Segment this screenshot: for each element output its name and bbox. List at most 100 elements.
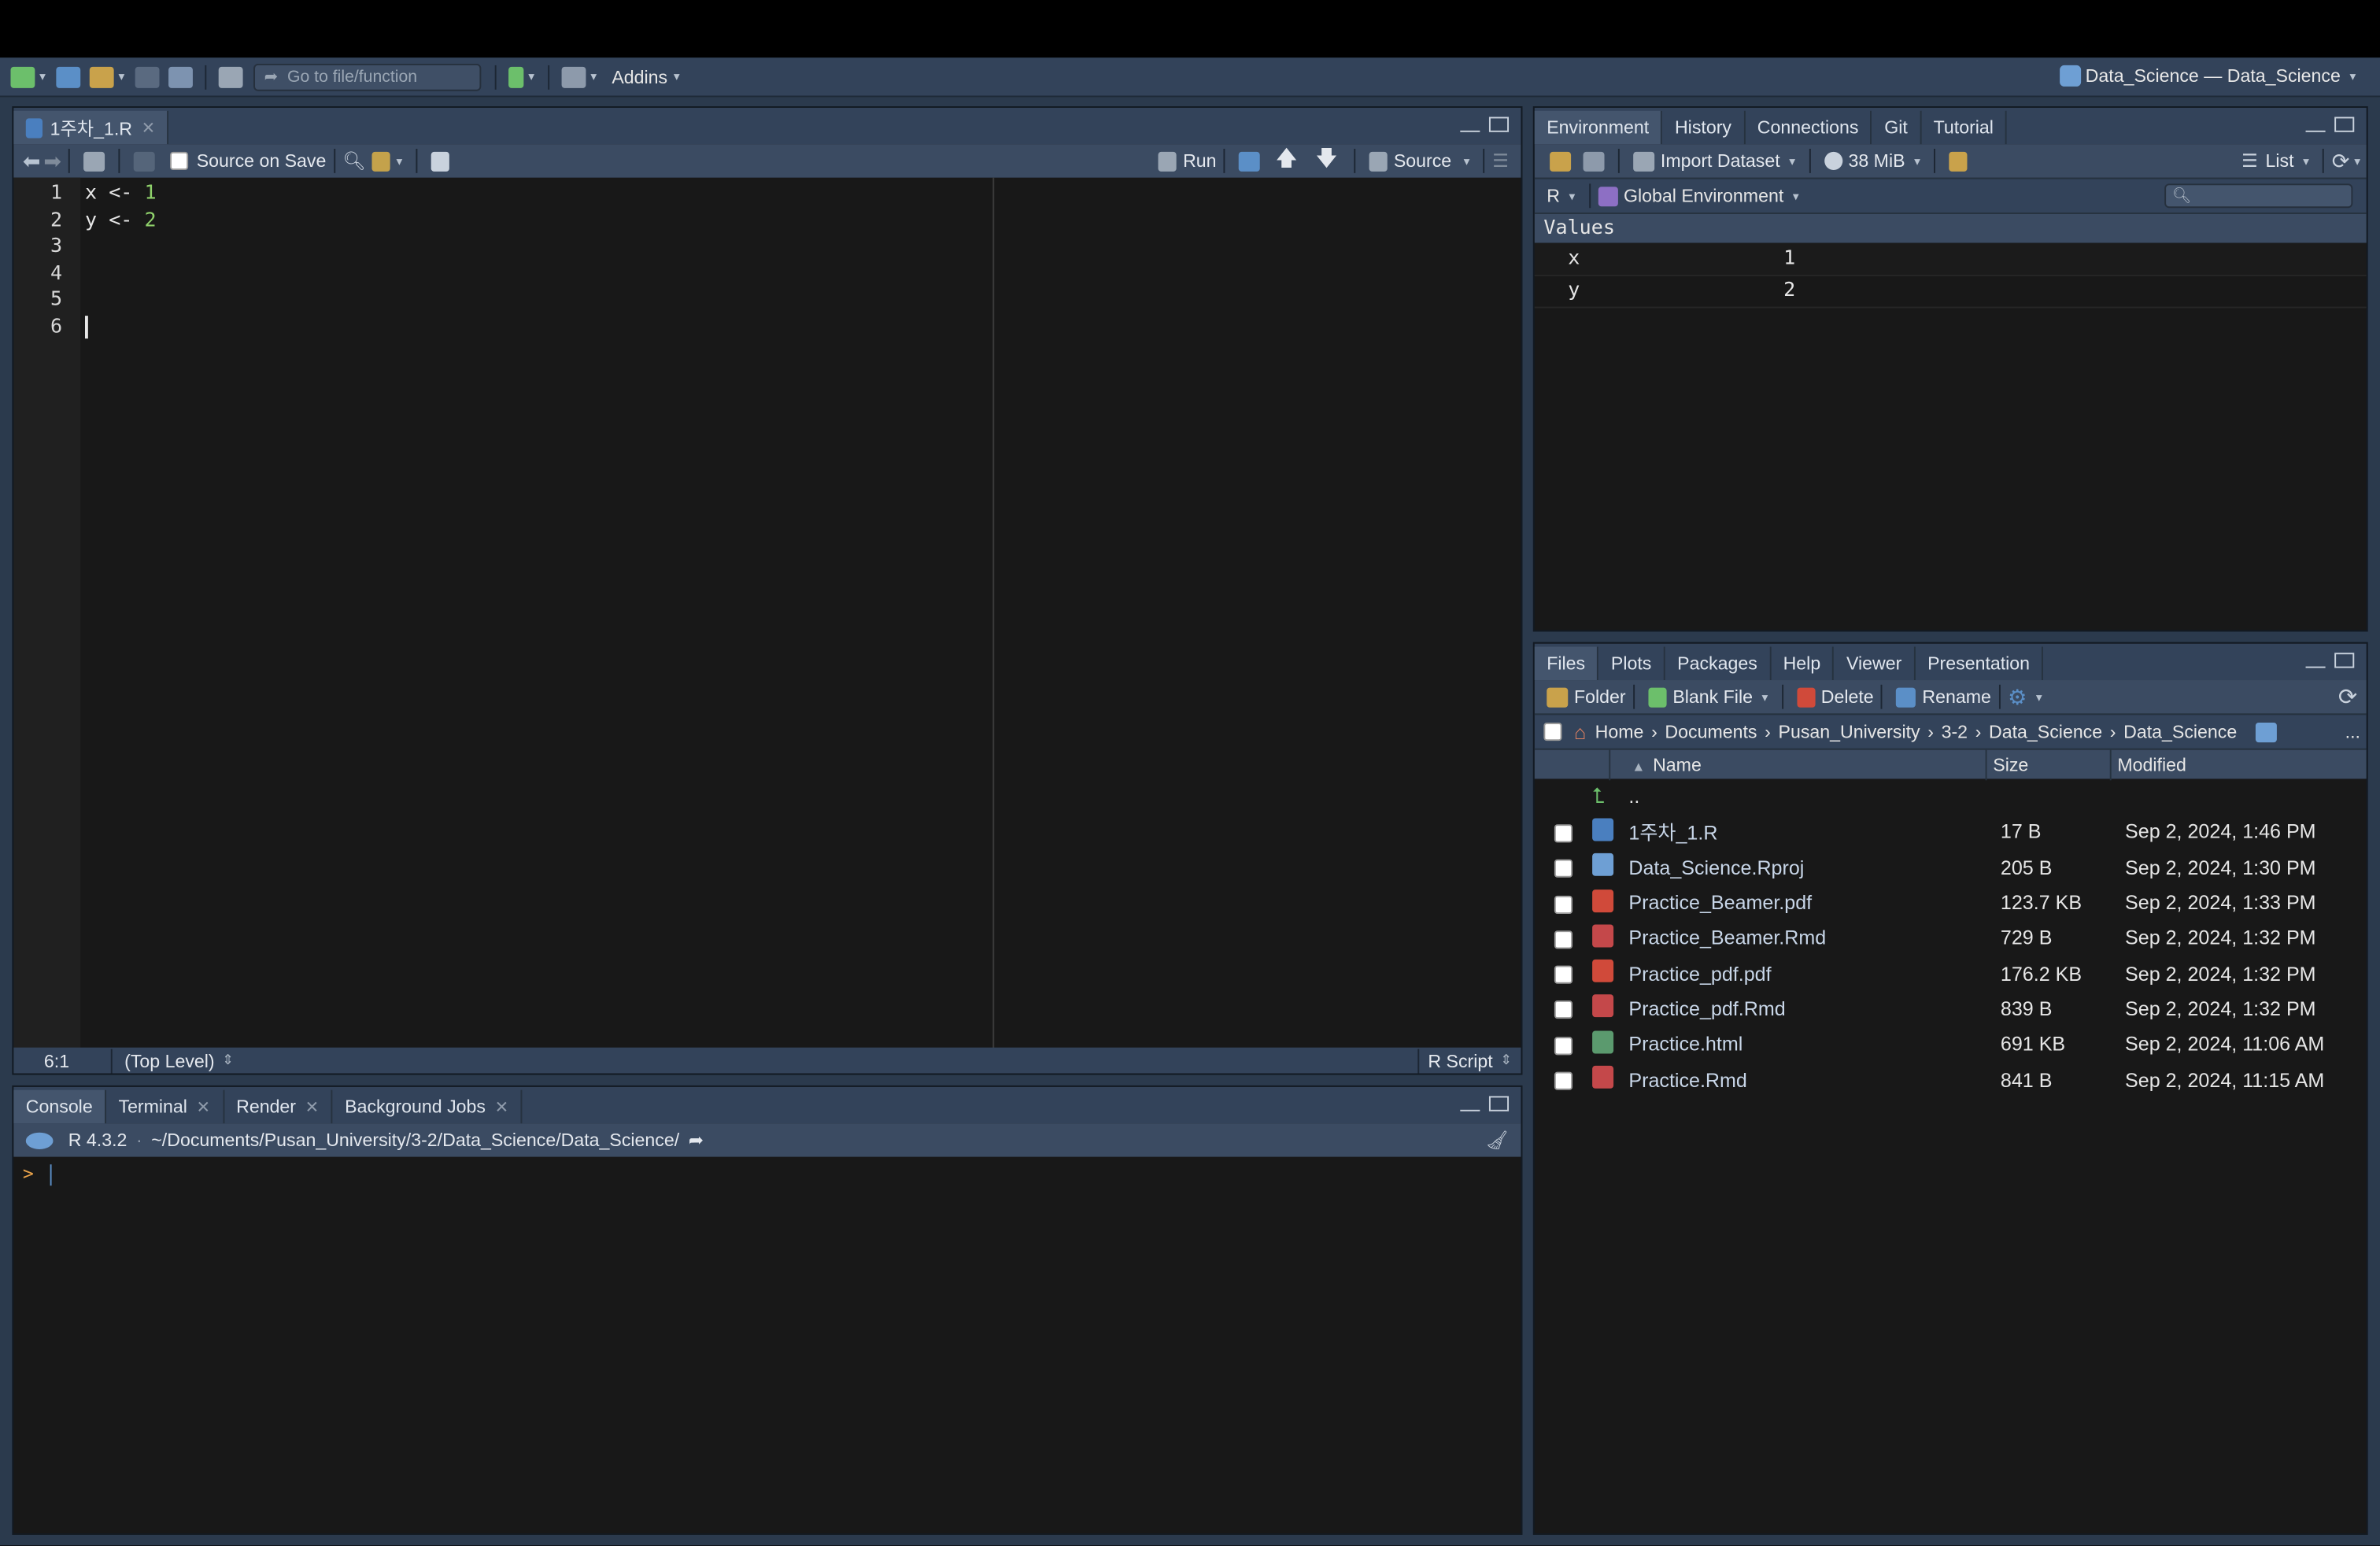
console-output[interactable]: > [13, 1157, 1521, 1191]
show-in-window-icon[interactable] [83, 150, 105, 171]
tab-source-file[interactable]: 1주차_1.R ✕ [13, 110, 169, 145]
source-on-save-checkbox[interactable] [170, 151, 190, 171]
column-header-name[interactable]: ▲ Name [1610, 749, 1987, 780]
save-icon[interactable] [134, 150, 156, 171]
maximize-icon[interactable] [2334, 653, 2355, 668]
save-icon[interactable] [135, 65, 160, 87]
chevron-down-icon[interactable]: ▾ [1914, 154, 1920, 168]
tab-background-jobs[interactable]: Background Jobs ✕ [333, 1089, 523, 1124]
pane-layout-icon[interactable] [561, 65, 586, 87]
open-folder-icon[interactable] [1550, 150, 1572, 171]
open-file-icon[interactable] [89, 65, 114, 87]
row-checkbox[interactable] [1554, 1036, 1573, 1055]
up-arrow-icon[interactable]: 🡅 [1276, 142, 1298, 179]
file-name[interactable]: Practice_pdf.Rmd [1628, 997, 1994, 1020]
project-menu[interactable]: Data_Science — Data_Science ▾ [2055, 65, 2362, 87]
close-icon[interactable]: ✕ [142, 117, 156, 137]
tab-files[interactable]: Files [1534, 646, 1599, 681]
blank-file-button[interactable]: Blank File [1672, 686, 1753, 708]
maximize-icon[interactable] [2334, 117, 2355, 132]
close-icon[interactable]: ✕ [305, 1097, 320, 1116]
file-row[interactable]: 1주차_1.R 17 B Sep 2, 2024, 1:46 PM [1535, 814, 2367, 849]
chevron-down-icon[interactable]: ▾ [1762, 690, 1768, 704]
rerun-icon[interactable] [1239, 150, 1261, 171]
delete-button[interactable]: Delete [1821, 686, 1874, 708]
tab-presentation[interactable]: Presentation [1916, 646, 2044, 681]
breadcrumb-item[interactable]: Pusan_University [1779, 721, 1920, 742]
forward-arrow-icon[interactable]: ➡ [43, 148, 61, 174]
select-all-checkbox[interactable] [1543, 723, 1562, 742]
file-name[interactable]: Practice_Beamer.pdf [1628, 891, 1994, 914]
column-header-modified[interactable]: Modified [2112, 754, 2186, 775]
down-arrow-icon[interactable]: 🡇 [1316, 142, 1338, 179]
go-to-file-input[interactable]: ➦ Go to file/function [253, 63, 482, 91]
memory-usage[interactable]: 38 MiB [1848, 150, 1905, 172]
chevron-down-icon[interactable]: ▾ [1789, 154, 1795, 168]
row-checkbox[interactable] [1554, 1071, 1573, 1090]
row-checkbox[interactable] [1554, 860, 1573, 878]
code-editor[interactable]: x <- 1 y <- 2 [85, 177, 1520, 1049]
breadcrumb-item[interactable]: Home [1595, 721, 1644, 742]
file-name[interactable]: 1주차_1.R [1628, 817, 1994, 846]
chevron-down-icon[interactable]: ▾ [2036, 690, 2042, 704]
tab-packages[interactable]: Packages [1665, 646, 1772, 681]
chevron-down-icon[interactable]: ▾ [1464, 154, 1470, 168]
chevron-down-icon[interactable]: ▾ [528, 70, 534, 83]
home-icon[interactable]: ⌂ [1574, 720, 1586, 743]
file-row[interactable]: Practice.html 691 KB Sep 2, 2024, 11:06 AM [1535, 1026, 2367, 1062]
file-row[interactable]: Practice_Beamer.Rmd 729 B Sep 2, 2024, 1:3… [1535, 920, 2367, 956]
close-icon[interactable]: ✕ [197, 1097, 211, 1116]
outline-icon[interactable]: ☰ [1492, 150, 1509, 172]
row-checkbox[interactable] [1554, 824, 1573, 843]
minimize-icon[interactable] [2305, 662, 2326, 668]
value-row[interactable]: x 1 [1534, 242, 2367, 276]
git-icon[interactable] [508, 65, 524, 87]
row-checkbox[interactable] [1554, 965, 1573, 985]
refresh-icon[interactable]: ⟳ [2332, 148, 2350, 174]
tab-plots[interactable]: Plots [1598, 646, 1665, 681]
back-arrow-icon[interactable]: ⬅ [23, 148, 41, 174]
tab-history[interactable]: History [1663, 110, 1746, 145]
breadcrumb-item[interactable]: Documents [1665, 721, 1757, 742]
chevron-down-icon[interactable]: ▾ [674, 70, 680, 83]
file-row[interactable]: Data_Science.Rproj 205 B Sep 2, 2024, 1:30… [1535, 849, 2367, 885]
row-checkbox[interactable] [1554, 895, 1573, 914]
scope-menu[interactable]: (Top Level) [124, 1050, 215, 1071]
chevron-down-icon[interactable]: ▾ [1569, 189, 1576, 202]
file-row[interactable]: Practice_pdf.pdf 176.2 KB Sep 2, 2024, 1:3… [1535, 956, 2367, 991]
parent-directory-row[interactable]: ⮤ .. [1535, 779, 2367, 814]
print-icon[interactable] [218, 65, 243, 87]
maximize-icon[interactable] [1488, 1096, 1510, 1111]
new-file-icon[interactable] [10, 65, 35, 87]
row-checkbox[interactable] [1554, 1000, 1573, 1020]
value-row[interactable]: y 2 [1534, 276, 2367, 309]
chevron-down-icon[interactable]: ▾ [2354, 154, 2360, 168]
tab-viewer[interactable]: Viewer [1835, 646, 1916, 681]
file-name[interactable]: Data_Science.Rproj [1628, 856, 1994, 878]
addins-menu[interactable]: Addins [612, 66, 667, 87]
chevron-down-icon[interactable]: ▾ [1793, 189, 1799, 202]
parent-directory-link[interactable]: .. [1628, 785, 1639, 808]
new-folder-button[interactable]: Folder [1574, 686, 1626, 708]
file-row[interactable]: Practice.Rmd 841 B Sep 2, 2024, 11:15 AM [1535, 1062, 2367, 1097]
go-to-directory-icon[interactable]: ➦ [689, 1130, 704, 1151]
chevron-down-icon[interactable]: ▾ [397, 154, 403, 168]
tab-terminal[interactable]: Terminal ✕ [106, 1089, 224, 1124]
tab-render[interactable]: Render ✕ [224, 1089, 333, 1124]
file-name[interactable]: Practice_pdf.pdf [1628, 962, 1994, 985]
broom-icon[interactable] [1949, 150, 1968, 171]
environment-scope-menu[interactable]: Global Environment [1624, 185, 1783, 206]
maximize-icon[interactable] [1488, 117, 1510, 132]
minimize-icon[interactable] [2305, 126, 2326, 132]
close-icon[interactable]: ✕ [495, 1097, 509, 1116]
import-dataset-button[interactable]: Import Dataset [1661, 150, 1780, 172]
refresh-icon[interactable]: ⟳ [2338, 683, 2357, 711]
save-all-icon[interactable] [168, 65, 193, 87]
language-menu[interactable]: R [1547, 185, 1560, 206]
environment-search-input[interactable]: 🔍︎ [2164, 183, 2353, 209]
tab-console[interactable]: Console [13, 1089, 107, 1124]
row-checkbox[interactable] [1554, 930, 1573, 949]
magic-wand-icon[interactable] [371, 150, 390, 171]
breadcrumb-item[interactable]: 3-2 [1942, 721, 1968, 742]
column-header-size[interactable]: Size [1987, 749, 2112, 780]
